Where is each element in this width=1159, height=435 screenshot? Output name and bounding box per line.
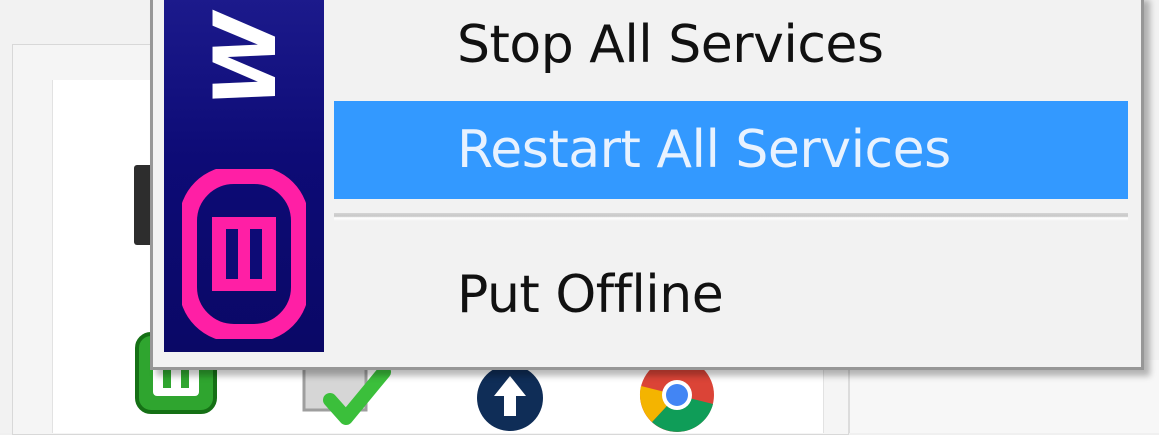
taskbar-edge [848, 360, 1159, 433]
wampserver-logo-icon [179, 166, 309, 343]
banner-text: W [196, 17, 296, 108]
stop-all-services-item[interactable]: Stop All Services [334, 0, 1128, 93]
wampserver-context-menu: W Stop All Services Restart All Services… [150, 0, 1144, 370]
restart-all-services-item[interactable]: Restart All Services [334, 101, 1128, 199]
menu-banner: W [164, 0, 324, 352]
put-offline-item[interactable]: Put Offline [334, 247, 1128, 343]
checkmark-icon[interactable] [300, 360, 392, 430]
menu-separator [334, 213, 1128, 221]
upload-arrow-icon[interactable] [474, 362, 546, 434]
